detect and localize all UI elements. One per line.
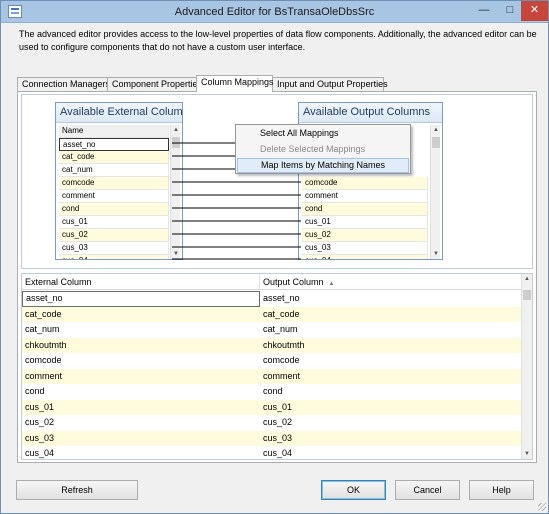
table-row[interactable]: comment comment [22,368,522,385]
output-cell[interactable]: chkoutmth [260,338,522,354]
table-row[interactable]: cond cond [22,384,522,400]
output-cell[interactable]: cus_03 [260,431,522,447]
menu-item-select-all-mappings[interactable]: Select All Mappings [237,126,409,141]
refresh-button[interactable]: Refresh [16,480,138,500]
close-button[interactable]: ✕ [521,1,548,21]
list-item[interactable]: comment [59,190,169,203]
tab-input-output-properties[interactable]: Input and Output Properties [272,77,388,91]
output-cell[interactable]: asset_no [260,291,522,307]
external-cell[interactable]: cond [22,384,260,400]
list-item[interactable]: cus_02 [302,229,428,242]
external-cell[interactable]: cat_code [22,307,260,323]
output-cell[interactable]: cat_code [260,307,522,323]
output-cell[interactable]: comcode [260,353,522,369]
table-row[interactable]: cus_01 cus_01 [22,399,522,416]
resize-grip-icon[interactable] [538,503,546,511]
mapping-diagram[interactable]: Available External Columns Name asset_no… [21,94,533,269]
column-header-external[interactable]: External Column [22,274,260,290]
table-row[interactable]: asset_no asset_no [22,291,522,307]
external-cell[interactable]: chkoutmth [22,338,260,354]
table-row[interactable]: chkoutmth chkoutmth [22,337,522,354]
external-cell[interactable]: cat_num [22,322,260,338]
external-cell[interactable]: cus_02 [22,415,260,431]
ok-button[interactable]: OK [321,480,386,500]
menu-item-map-by-matching-names[interactable]: Map Items by Matching Names [237,158,409,173]
scroll-thumb[interactable] [432,137,440,148]
scroll-thumb[interactable] [523,290,531,300]
cancel-button[interactable]: Cancel [395,480,460,500]
external-cell[interactable]: comment [22,369,260,385]
scroll-down-icon[interactable]: ▼ [431,249,441,259]
list-item[interactable]: cus_04 [302,255,428,259]
output-columns-title: Available Output Columns [299,103,442,123]
output-cell[interactable]: cus_02 [260,415,522,431]
list-item[interactable]: cus_04 [59,255,169,259]
output-cell[interactable]: cond [260,384,522,400]
list-item[interactable]: cus_02 [59,229,169,242]
external-columns-list[interactable]: Name asset_no cat_code cat_num comcode c… [59,125,169,259]
tab-component-properties[interactable]: Component Properties [107,77,202,91]
grid-body: asset_no asset_no cat_code cat_code cat_nu… [22,291,522,459]
window-title: Advanced Editor for BsTransaOleDbsSrc [174,6,375,18]
list-item[interactable]: comment [302,190,428,203]
title-bar[interactable]: Advanced Editor for BsTransaOleDbsSrc — … [1,1,548,23]
list-item[interactable]: asset_no [59,138,169,151]
output-cell[interactable]: cat_num [260,322,522,338]
list-item[interactable]: cus_01 [59,216,169,229]
list-item[interactable]: cond [59,203,169,216]
column-header-output[interactable]: Output Column ▲ [260,274,522,290]
help-button[interactable]: Help [469,480,534,500]
scroll-down-icon[interactable]: ▼ [522,449,532,459]
external-cell[interactable]: asset_no [22,291,260,307]
list-item[interactable]: cus_03 [59,242,169,255]
minimize-button[interactable]: — [471,1,497,21]
external-cell[interactable]: cus_03 [22,431,260,447]
column-header-label: External Column [25,277,92,287]
list-item[interactable]: cat_num [59,164,169,177]
grid-header: External Column Output Column ▲ [22,274,522,290]
output-cell[interactable]: cus_04 [260,446,522,459]
list-item[interactable]: comcode [302,177,428,190]
table-row[interactable]: cus_03 cus_03 [22,430,522,447]
grid-scrollbar[interactable]: ▲ ▼ [521,274,532,459]
column-mappings-panel: Available External Columns Name asset_no… [17,91,537,463]
maximize-button[interactable]: □ [497,1,523,21]
external-cell[interactable]: cus_04 [22,446,260,459]
list-item[interactable]: comcode [59,177,169,190]
table-row[interactable]: cat_code cat_code [22,306,522,323]
output-columns-scrollbar[interactable]: ▲ ▼ [430,125,440,259]
list-item[interactable]: cat_code [59,151,169,164]
column-header-label: Output Column [263,277,324,287]
tab-connection-managers[interactable]: Connection Managers [17,77,110,91]
list-item[interactable]: cond [302,203,428,216]
table-row[interactable]: cus_02 cus_02 [22,415,522,431]
list-header: Name [59,125,169,138]
mappings-grid[interactable]: External Column Output Column ▲ asset_no a… [21,273,533,460]
output-columns-list[interactable]: comcode comment cond cus_01 cus_02 cus_0… [302,177,428,259]
output-cell[interactable]: cus_01 [260,400,522,416]
table-row[interactable]: cat_num cat_num [22,322,522,338]
external-cell[interactable]: cus_01 [22,400,260,416]
scroll-up-icon[interactable]: ▲ [431,125,441,135]
menu-item-delete-selected-mappings[interactable]: Delete Selected Mappings [237,142,409,157]
table-row[interactable]: cus_04 cus_04 [22,446,522,459]
list-item[interactable]: cus_03 [302,242,428,255]
tab-column-mappings[interactable]: Column Mappings [196,75,274,92]
scroll-down-icon[interactable]: ▼ [171,249,181,259]
scroll-thumb[interactable] [172,137,180,148]
advanced-editor-window: Advanced Editor for BsTransaOleDbsSrc — … [0,0,549,514]
list-item[interactable]: cus_01 [302,216,428,229]
table-row[interactable]: comcode comcode [22,353,522,369]
external-columns-title: Available External Columns [56,103,182,123]
scroll-up-icon[interactable]: ▲ [171,125,181,135]
external-columns-scrollbar[interactable]: ▲ ▼ [170,125,180,259]
sort-ascending-icon: ▲ [328,281,335,287]
external-columns-box[interactable]: Available External Columns Name asset_no… [55,102,183,260]
scroll-up-icon[interactable]: ▲ [522,274,532,284]
external-cell[interactable]: comcode [22,353,260,369]
output-cell[interactable]: comment [260,369,522,385]
context-menu: Select All Mappings Delete Selected Mapp… [235,124,411,174]
description-text: The advanced editor provides access to t… [19,29,537,52]
